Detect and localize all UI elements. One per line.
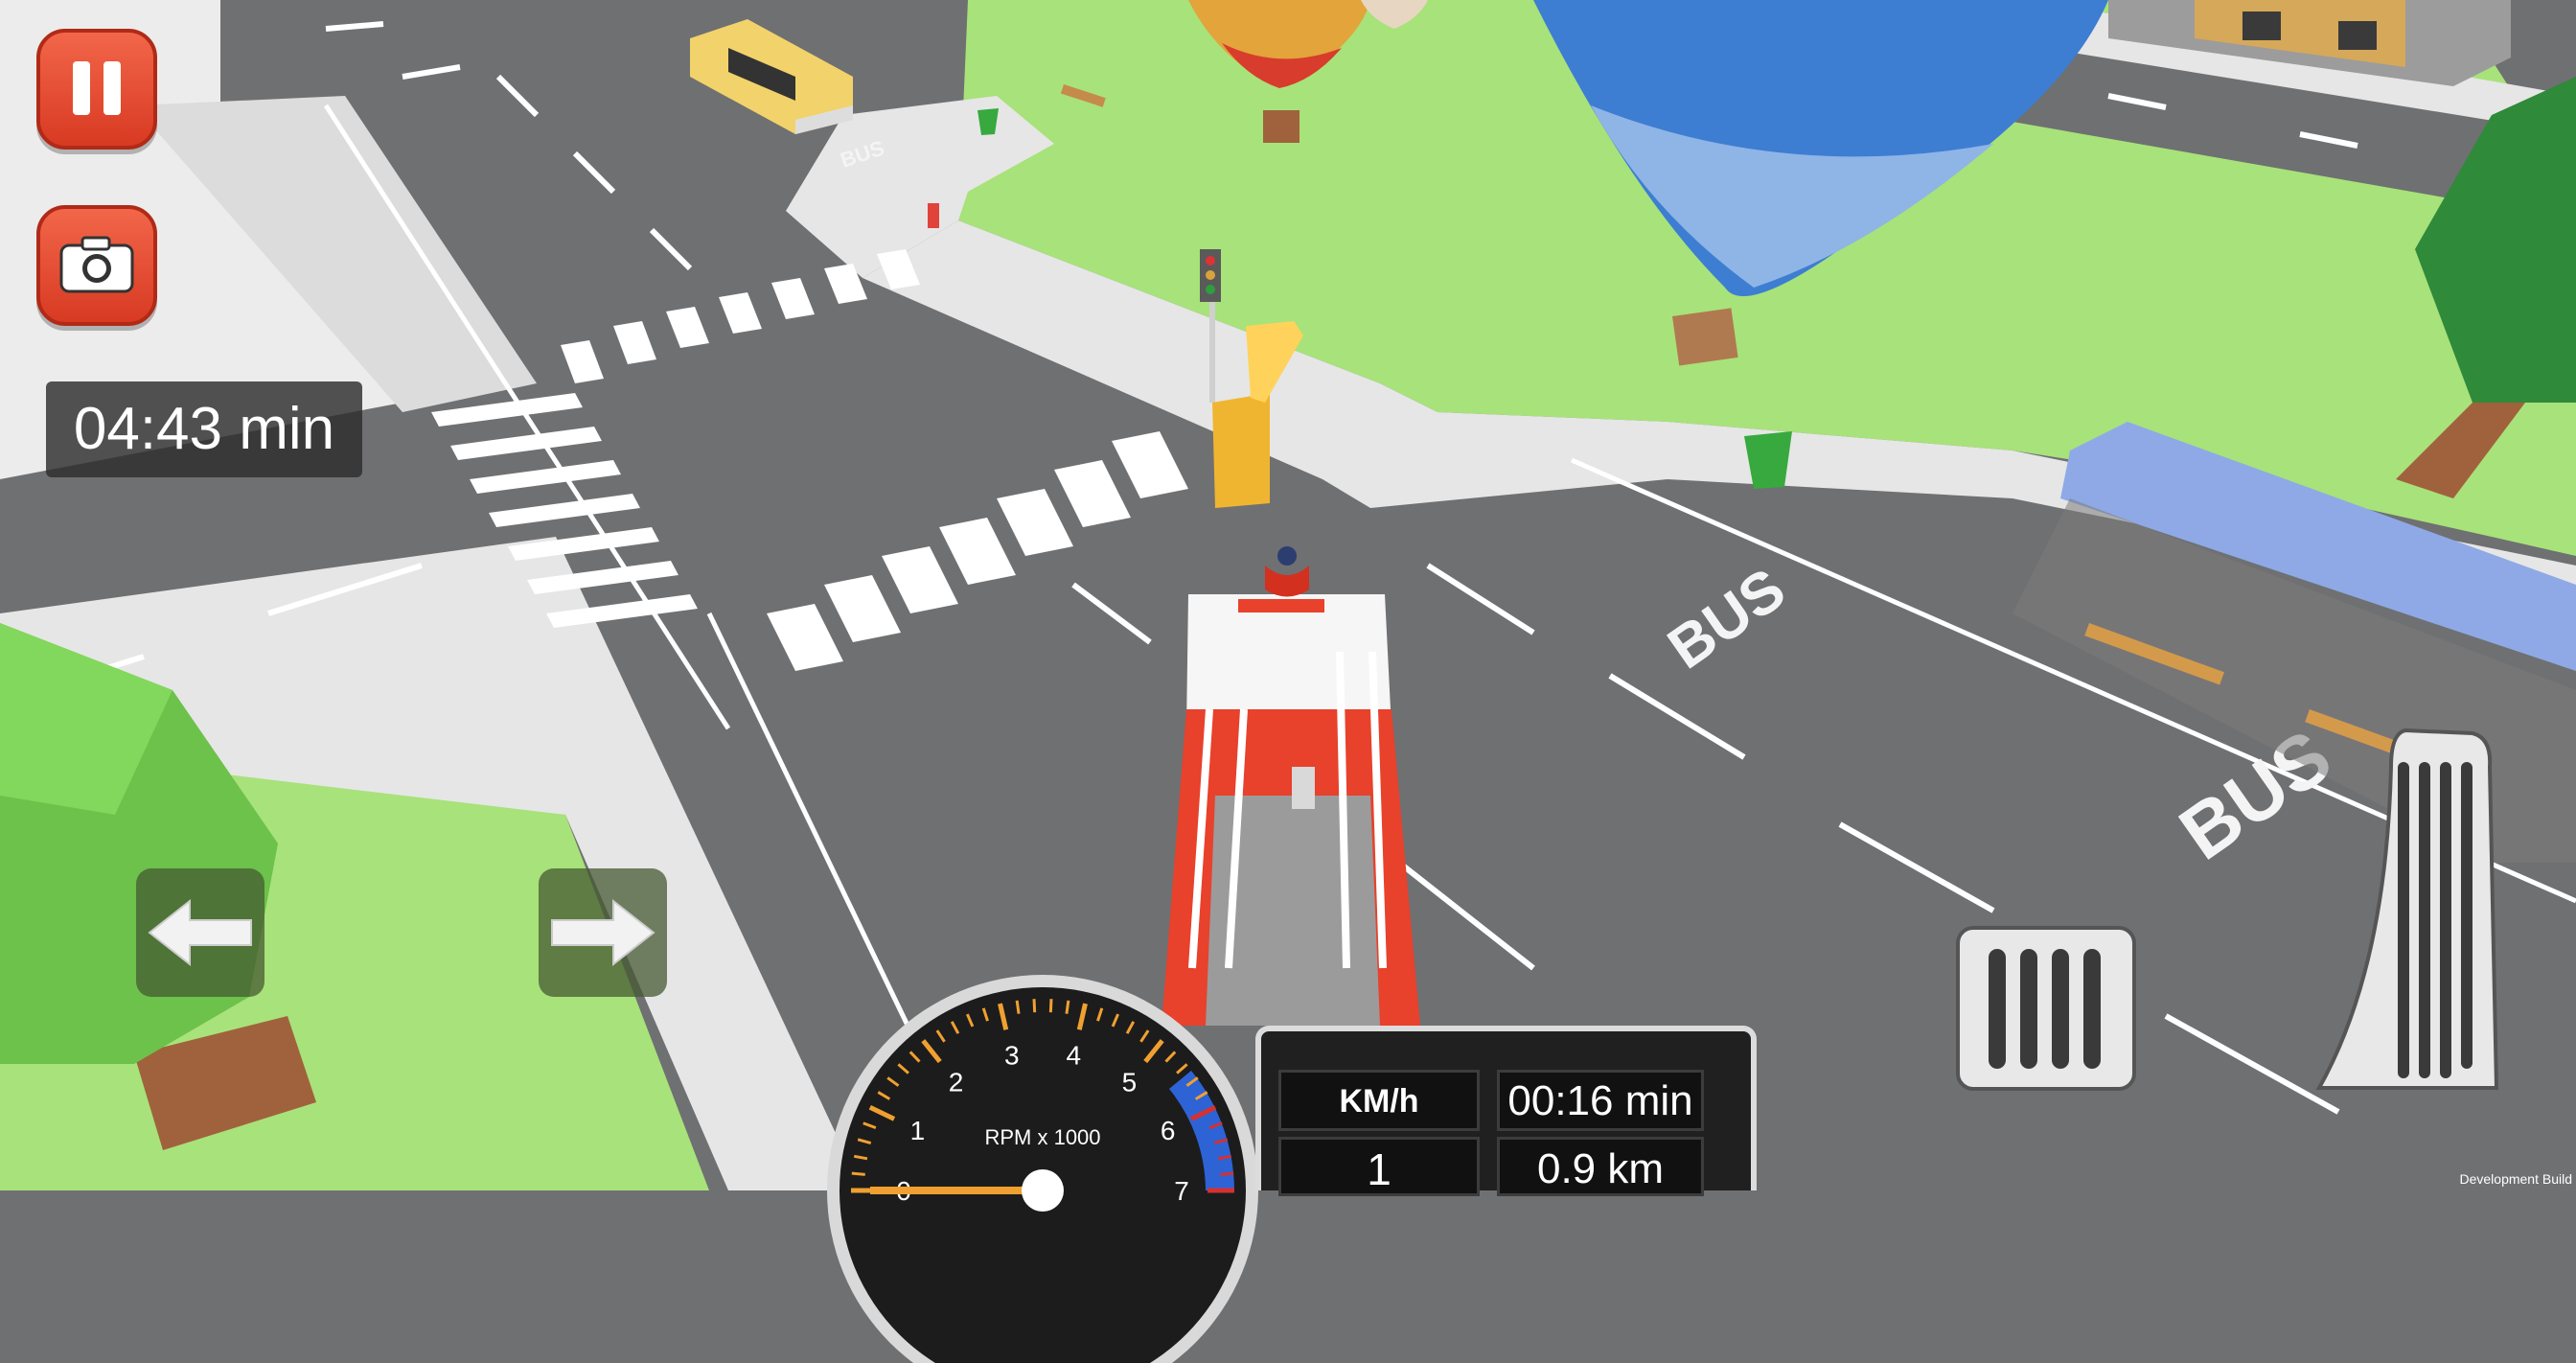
speed-value: 1 [1278,1137,1480,1196]
tachometer-tick-label: 7 [1174,1176,1189,1206]
steer-left-button[interactable] [136,868,264,997]
tachometer-tick-label: 4 [1066,1041,1081,1071]
game-scene: BUS BUS BUS [0,0,2576,1190]
tachometer-tick-label: 5 [1122,1068,1138,1097]
pause-button[interactable] [36,29,157,150]
tachometer-tick [1220,1171,1234,1176]
needle-hub [1022,1169,1064,1212]
steer-right-button[interactable] [539,868,667,997]
tachometer-tick-label: 6 [1161,1116,1176,1145]
tachometer-tick-label: 2 [949,1068,964,1097]
tachometer-tick [851,1171,865,1176]
dashboard-panel: KM/h 1 00:16 min 0.9 km [1255,1026,1757,1196]
gas-pedal[interactable] [2310,728,2501,1093]
brake-grip-icon [1989,949,2101,1069]
tachometer-tick [1065,1000,1070,1014]
tachometer-tick [1048,999,1053,1013]
gas-grip-icon [2398,762,2472,1078]
tachometer-tick-label: 1 [910,1116,926,1145]
camera-button[interactable] [36,205,157,326]
distance-value: 0.9 km [1497,1137,1704,1196]
rpm-label: RPM x 1000 [984,1125,1100,1149]
fire-hydrant [928,203,939,228]
tachometer-tick [1032,999,1037,1013]
tachometer: 01234567 RPM x 1000 [827,975,1258,1363]
pause-icon [73,61,121,115]
tachometer-tick-label: 3 [1004,1041,1020,1071]
tachometer-tick [1015,1000,1021,1014]
remaining-time: 04:43 min [46,381,362,477]
speed-unit-label: KM/h [1278,1070,1480,1131]
build-label: Development Build [2459,1171,2572,1187]
fire-truck [1162,546,1420,1026]
arrow-right-icon [551,898,656,967]
arrow-left-icon [148,898,252,967]
brake-pedal[interactable] [1955,925,2137,1093]
camera-icon [59,236,134,293]
elapsed-time: 00:16 min [1497,1070,1704,1131]
